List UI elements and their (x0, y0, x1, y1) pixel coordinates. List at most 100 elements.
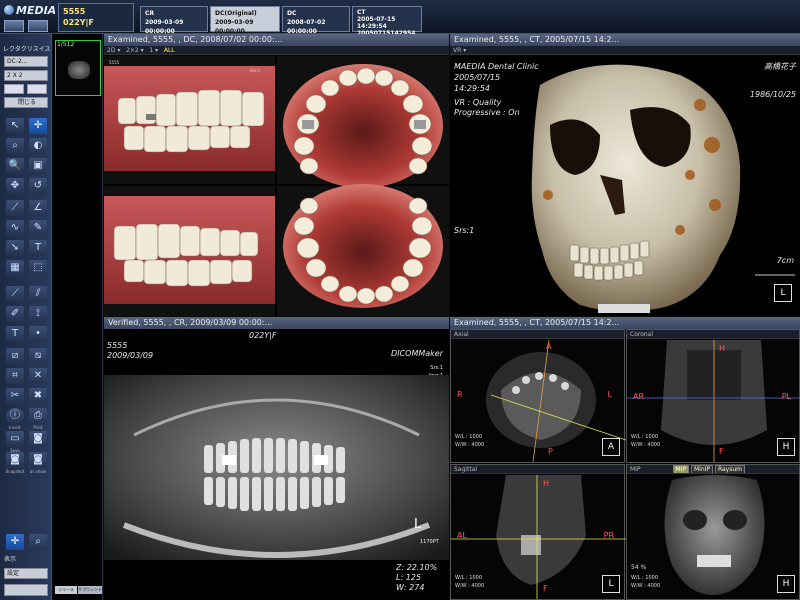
next-button[interactable] (27, 84, 47, 94)
prev-button[interactable] (4, 84, 24, 94)
text-icon[interactable]: T (29, 240, 47, 256)
display-label: 表示 (4, 556, 17, 563)
annotation-text-icon[interactable]: T (6, 326, 24, 342)
app-logo-icon (4, 5, 14, 15)
mpr-mip[interactable]: MIP MIP MinIP Raysum 54 % W/L : 1000 W/W… (626, 464, 800, 600)
intraoral-photo-grid: 5555 Srs:1 (104, 56, 449, 316)
scale-label: 7cm (776, 256, 794, 265)
raysum-tab[interactable]: Raysum (714, 465, 746, 473)
viewer-photos[interactable]: Examined, 5555, , DC, 2008/07/02 00:00:.… (104, 34, 449, 316)
ruler-icon[interactable]: ⟋ (6, 286, 24, 302)
roi-icon[interactable]: ⬚ (29, 260, 47, 276)
thumbnail-column: 1/512 ツリース サブウィンド (53, 34, 103, 600)
zoom-tool-icon[interactable]: ⌕ (29, 534, 47, 550)
thumbnail[interactable]: 1/512 (55, 40, 101, 96)
flip-icon[interactable]: ⧄ (6, 348, 24, 364)
window-level-icon[interactable]: ◐ (29, 138, 47, 154)
pano-side-marker: L (414, 517, 422, 532)
study-date: 2005/07/15 (454, 73, 501, 82)
show-icon[interactable]: ◙ (29, 452, 47, 468)
clinic-name: MAEDIA Dental Clinic (454, 62, 539, 71)
tool-panel: レクタクリスイス DC-2... 2 X 2 閉じる ↖ ✛ ⌕ ◐ 🔍 ▣ ✥… (0, 34, 52, 600)
reset-icon[interactable]: ✕ (29, 368, 47, 384)
zoom-icon[interactable]: ⌕ (6, 138, 24, 154)
coronal-orientation-cube[interactable]: H (777, 438, 795, 456)
patient-tab[interactable]: 5555 022Y|F (58, 3, 134, 32)
mpr-axial[interactable]: Axial R L A P W/L : 1000 W/W : 4000 A (450, 329, 626, 463)
photo-upper-occlusal (277, 56, 449, 188)
orientation-cube[interactable]: L (774, 284, 792, 302)
mip-orientation-cube[interactable]: H (777, 575, 795, 593)
save-icon[interactable]: ▭ (6, 431, 24, 447)
patient-name-ct: 高橋花子 (764, 62, 796, 71)
polyline-icon[interactable]: ⟟ (29, 306, 47, 322)
top-bar: MEDIA 5555 022Y|F CR 2009-03-09 00:00:00… (0, 0, 800, 37)
point-icon[interactable]: • (29, 326, 47, 342)
invert-icon[interactable]: ⓘ (6, 408, 24, 424)
study-tab-ct[interactable]: CT 2005-07-15 14:29:54 20050715142954 (352, 6, 422, 37)
pano-date: 2009/03/09 (107, 351, 154, 360)
photo-lower-occlusal (277, 184, 449, 316)
viewer-panoramic[interactable]: Verified, 5555, , CR, 2009/03/09 00:00:.… (104, 317, 449, 600)
mpr-sagittal[interactable]: Sagittal AL PR H F W/L : 1000 W/W : 4000… (450, 464, 626, 600)
pano-maker: DICOMMaker (391, 349, 443, 358)
study-tab-cr[interactable]: CR 2009-03-09 00:00:00 (140, 6, 208, 35)
user-icon[interactable] (4, 20, 24, 32)
skull-3d-render (531, 64, 795, 312)
viewer-3d-ct[interactable]: Examined, 5555, , CT, 2005/07/15 14:2...… (450, 34, 800, 316)
pano-width: W: 274 (396, 583, 425, 592)
region-zoom-icon[interactable]: ▣ (29, 158, 47, 174)
mpr-coronal[interactable]: Coronal AR PL H F W/L : 1000 W/W : 4000 … (626, 329, 800, 463)
snapshot-icon[interactable]: ◙ (6, 452, 24, 468)
patient-dob: 1986/10/25 (749, 90, 796, 99)
study-tab-dc[interactable]: DC 2008-07-02 00:00:00 (282, 6, 350, 35)
tab-tree[interactable]: ツリース (55, 586, 77, 594)
freehand-icon[interactable]: ✐ (6, 306, 24, 322)
minip-tab[interactable]: MinIP (691, 465, 714, 473)
pano-level: L: 125 (396, 573, 421, 582)
patient-id: 5555 (63, 7, 86, 16)
curve-icon[interactable]: ∿ (6, 220, 24, 236)
grid-icon[interactable]: ▦ (6, 260, 24, 276)
study-tab-dc-original[interactable]: DC(Original) 2009-03-09 00:00:00 (210, 6, 280, 35)
delete-icon[interactable]: ✖ (29, 388, 47, 404)
mirror-icon[interactable]: ⧅ (29, 348, 47, 364)
mip-tab[interactable]: MIP (672, 465, 690, 473)
view-buttons[interactable] (598, 304, 650, 313)
rotate-icon[interactable]: ↺ (29, 178, 47, 194)
viewer-header: Examined, 5555, , CT, 2005/07/15 14:2... (450, 317, 800, 329)
render-quality: VR : Quality (454, 98, 502, 107)
photo-right-lateral: 5555 Srs:1 (104, 56, 275, 184)
caliper-icon[interactable]: ⫽ (29, 286, 47, 302)
tab-subwindow[interactable]: サブウィンド (78, 586, 102, 594)
settings-button[interactable]: 設定 (4, 568, 48, 579)
mip-toolbar: MIP MIP MinIP Raysum (627, 465, 799, 474)
arrow-icon[interactable]: ➘ (6, 240, 24, 256)
pointer-icon[interactable]: ↖ (6, 118, 24, 134)
angle-icon[interactable]: ∠ (29, 200, 47, 216)
modality-select[interactable]: DC-2... (4, 56, 48, 67)
bottom-controls[interactable] (4, 584, 48, 596)
pan-icon[interactable]: ✛ (29, 118, 47, 134)
thumbnail-count: 1/512 (57, 41, 75, 48)
axial-orientation-cube[interactable]: A (602, 438, 620, 456)
close-button[interactable]: 閉じる (4, 97, 48, 108)
crosshair-tool-icon[interactable]: ✛ (6, 534, 24, 550)
layout-select[interactable]: 2 X 2 (4, 70, 48, 81)
distance-icon[interactable]: ⟋ (6, 200, 24, 216)
logout-icon[interactable] (28, 20, 48, 32)
pano-patient-name: 022Y|F (249, 331, 277, 340)
viewer-header: Examined, 5555, , DC, 2008/07/02 00:00:.… (104, 34, 449, 46)
sagittal-orientation-cube[interactable]: L (602, 575, 620, 593)
move-icon[interactable]: ✥ (6, 178, 24, 194)
marker-icon[interactable]: ✎ (29, 220, 47, 236)
pano-zoom: Z: 22.10% (396, 563, 438, 572)
cut-icon[interactable]: ✂ (6, 388, 24, 404)
viewer-toolbar: VR ▾ (450, 46, 800, 55)
camera-icon[interactable]: ◙ (29, 431, 47, 447)
magnifier-icon[interactable]: 🔍 (6, 158, 24, 174)
print-icon[interactable]: ⎙ (29, 408, 47, 424)
viewer-toolbar: 2D ▾ 2×2 ▾ 1 ▾ ALL (104, 46, 449, 55)
crop-icon[interactable]: ⌗ (6, 368, 24, 384)
viewer-mpr[interactable]: Examined, 5555, , CT, 2005/07/15 14:2...… (450, 317, 800, 600)
